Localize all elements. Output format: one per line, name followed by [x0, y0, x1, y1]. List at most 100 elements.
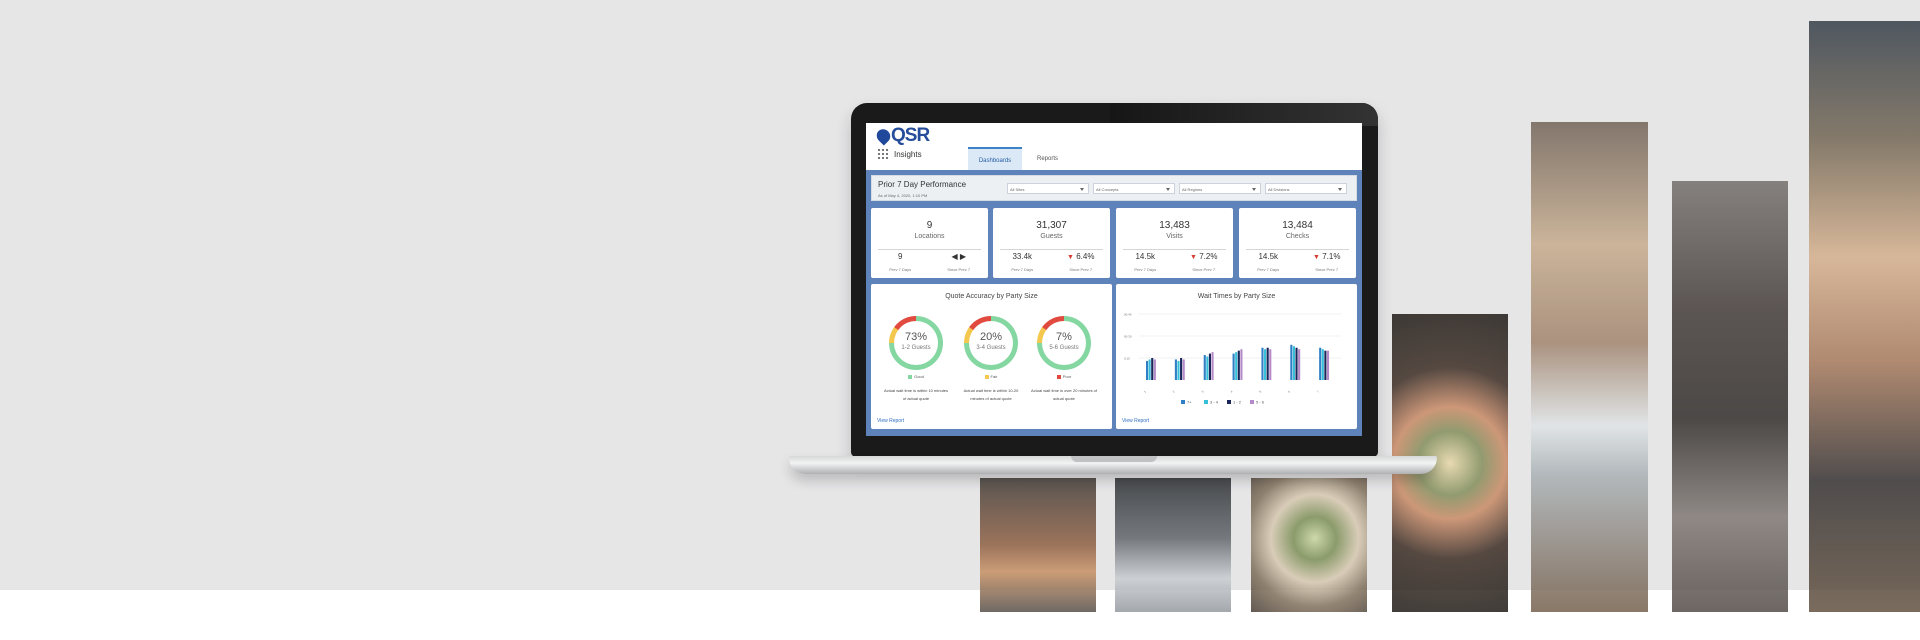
good-description: Actual wait time is within 10 minutes of… [883, 388, 949, 401]
apps-grid-icon[interactable] [877, 148, 888, 159]
x-tick-label: 4 [1229, 389, 1233, 393]
bar [1321, 349, 1324, 380]
x-tick-label: 3 [1201, 389, 1205, 393]
legend-fair: Fair [964, 374, 1018, 379]
x-tick-label: 1 [1143, 389, 1147, 393]
performance-title: Prior 7 Day Performance [878, 180, 967, 189]
hero-banner: QSR Insights Dashboards Reports Prior 7 … [0, 0, 1920, 640]
food-photo-strip [1251, 478, 1367, 612]
change-value: ▼ 7.1% [1313, 252, 1341, 261]
y-tick-label: 00:45 [1124, 313, 1132, 317]
fair-description: Actual wait time is within 10-20 minutes… [963, 388, 1019, 401]
kpi-label: Guests [1040, 233, 1063, 240]
bar [1240, 349, 1243, 380]
sites-select[interactable]: All Sites [1007, 183, 1089, 194]
change-value: ▼ 6.4% [1067, 252, 1095, 261]
bar [1266, 347, 1269, 380]
bar [1326, 350, 1330, 380]
bar [1235, 352, 1238, 380]
legend-swatch [1250, 400, 1254, 404]
down-arrow-icon: ▼ [1313, 254, 1320, 261]
dashboard-content: Prior 7 Day Performance As of May 4, 202… [866, 170, 1362, 436]
legend-label: 5 - 6 [1256, 400, 1265, 405]
x-tick-label: 2 [1172, 389, 1176, 393]
tab-dashboards[interactable]: Dashboards [968, 147, 1022, 170]
bar [1177, 360, 1180, 380]
bar [1261, 347, 1264, 380]
bar [1148, 359, 1151, 380]
app-title: Insights [894, 150, 922, 159]
donut-percent: 20% [979, 331, 1003, 343]
donut-label: 3-4 Guests [976, 345, 1006, 351]
kpi-locations: 9 Locations 9 ◀ ▶ Prev 7 Days Since Prev… [871, 208, 988, 278]
divisions-select[interactable]: All Divisions [1265, 183, 1347, 194]
kpi-visits: 13,483 Visits 14.5k ▼ 7.2% Prev 7 Days S… [1116, 208, 1233, 278]
bar [1153, 359, 1156, 380]
restaurant-photo-strip [1115, 478, 1231, 612]
bar [1208, 353, 1212, 380]
dining-photo-strip [1809, 21, 1920, 612]
x-tick-label: 5 [1258, 389, 1262, 393]
prev-label: Prev 7 Days [889, 267, 912, 272]
donut-chart-fair: 20% 3-4 Guests [964, 316, 1018, 370]
bar [1290, 344, 1293, 380]
kpi-guests: 31,307 Guests 33.4k ▼ 6.4% Prev 7 Days S… [993, 208, 1110, 278]
x-tick-label: 7 [1316, 389, 1320, 393]
bar [1211, 352, 1214, 380]
view-report-link[interactable]: View Report [877, 418, 904, 424]
restaurant-photo-strip [980, 478, 1096, 612]
bar [1203, 355, 1206, 380]
bar [1182, 359, 1185, 380]
as-of-timestamp: As of May 4, 2020, 1:10 PM [878, 193, 928, 198]
legend-poor: Poor [1037, 374, 1091, 379]
bar [1264, 349, 1267, 380]
app-header: QSR Insights Dashboards Reports [866, 123, 1362, 170]
divider [1123, 249, 1226, 250]
brand-logo[interactable]: QSR [873, 125, 930, 147]
bar [1292, 346, 1295, 380]
wait-times-panel: Wait Times by Party Size 00:45 00:30 0:15 1… [1116, 284, 1357, 429]
tab-reports[interactable]: Reports [1027, 147, 1063, 170]
kpi-row: 9 Locations 9 ◀ ▶ Prev 7 Days Since Prev… [871, 208, 1357, 279]
laptop-notch [1071, 456, 1157, 462]
x-tick-label: 6 [1287, 389, 1291, 393]
regions-select[interactable]: All Regions [1179, 183, 1261, 194]
legend-swatch [1181, 400, 1185, 404]
y-tick-label: 0:15 [1124, 357, 1130, 361]
divider [1246, 249, 1349, 250]
legend-good: Good [889, 374, 943, 379]
kpi-value: 13,483 [1159, 220, 1190, 231]
legend-swatch [1204, 400, 1208, 404]
concepts-select[interactable]: All Concepts [1093, 183, 1175, 194]
guest-photo-strip [1672, 181, 1788, 612]
bar [1180, 358, 1183, 380]
prev-value: 14.5k [1258, 252, 1279, 261]
legend-swatch [1227, 400, 1231, 404]
view-report-link[interactable]: View Report [1122, 418, 1149, 424]
bar [1324, 350, 1327, 380]
quote-accuracy-panel: Quote Accuracy by Party Size 73% 1-2 Gue… [871, 284, 1112, 429]
panel-title: Quote Accuracy by Party Size [945, 293, 1038, 300]
kpi-label: Visits [1166, 233, 1183, 240]
chart-title: Wait Times by Party Size [1197, 293, 1276, 300]
down-arrow-icon: ▼ [1190, 254, 1197, 261]
change-label: Since Prev 7 [1192, 267, 1216, 272]
prev-label: Prev 7 Days [1011, 267, 1034, 272]
change-label: Since Prev 7 [1069, 267, 1093, 272]
donut-label: 1-2 Guests [901, 345, 931, 351]
donut-percent: 73% [904, 331, 928, 343]
prev-label: Prev 7 Days [1257, 267, 1280, 272]
prev-label: Prev 7 Days [1134, 267, 1157, 272]
legend-label: 1 - 2 [1233, 400, 1242, 405]
filter-bar: Prior 7 Day Performance As of May 4, 202… [871, 175, 1357, 201]
kpi-label: Checks [1285, 233, 1310, 240]
kpi-value: 13,484 [1282, 220, 1313, 231]
bar [1232, 353, 1235, 380]
divider [878, 249, 981, 250]
bar [1146, 360, 1149, 380]
bar [1298, 349, 1301, 380]
bar [1174, 359, 1177, 380]
kpi-value: 9 [926, 220, 933, 231]
kpi-value: 31,307 [1036, 220, 1067, 231]
kpi-label: Locations [914, 233, 945, 240]
